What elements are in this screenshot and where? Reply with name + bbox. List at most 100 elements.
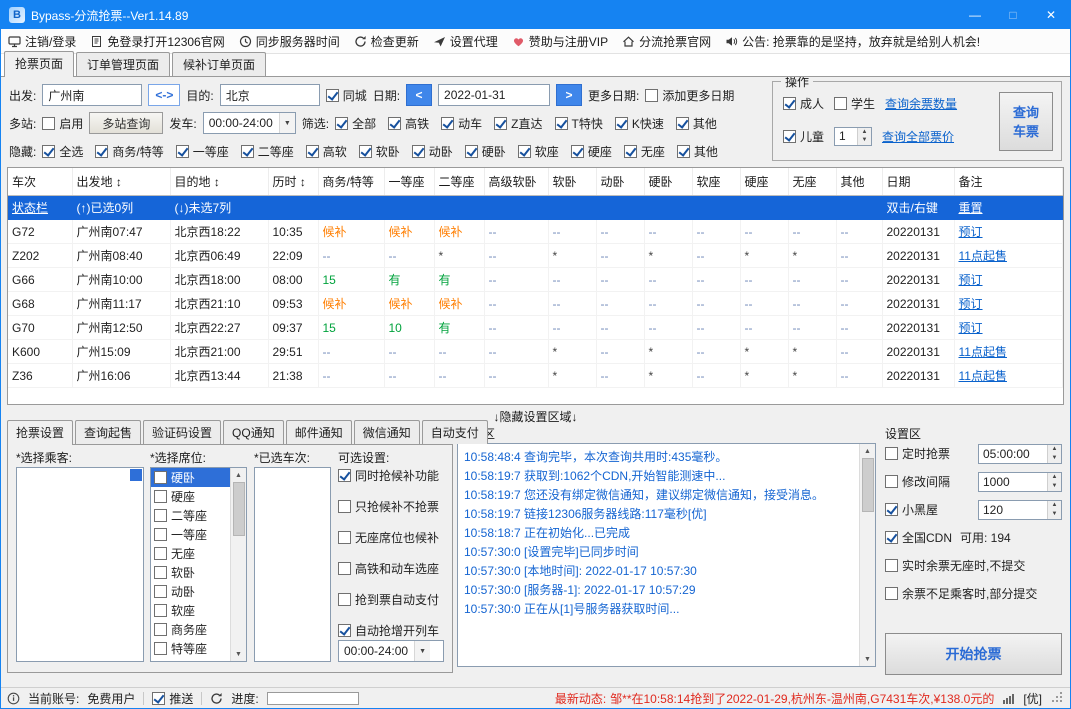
scroll-down-icon[interactable]: ▼	[860, 652, 875, 666]
grid-column-header-1[interactable]: 车次	[8, 168, 73, 196]
seat-item-10-checkbox[interactable]	[154, 642, 167, 655]
filter-checkbox-6-box[interactable]	[614, 116, 628, 130]
setting-checkbox-4[interactable]: 全国CDN	[885, 529, 952, 546]
child-checkbox-box[interactable]	[783, 129, 796, 143]
swap-stations-button[interactable]: <->	[148, 84, 181, 106]
filter-checkbox-5[interactable]: T特快	[554, 115, 603, 132]
filter-checkbox-4-box[interactable]	[494, 116, 508, 130]
hide-checkbox-7[interactable]: 动卧	[411, 143, 453, 160]
close-button[interactable]: ✕	[1032, 1, 1070, 29]
option-checkbox-1[interactable]: 同时抢候补功能	[338, 467, 448, 484]
spinner-down-icon[interactable]: ▼	[1048, 454, 1061, 463]
seat-item-2[interactable]: 硬座	[151, 487, 230, 506]
grid-column-header-5[interactable]: 商务/特等	[318, 168, 385, 196]
query-price-link[interactable]: 查询全部票价	[882, 128, 954, 145]
filter-checkbox-7[interactable]: 其他	[675, 115, 717, 132]
adult-checkbox[interactable]: 成人	[783, 95, 824, 112]
minimize-button[interactable]: —	[956, 1, 994, 29]
book-link[interactable]: 11点起售	[954, 243, 1063, 268]
spinner-up-icon[interactable]: ▲	[1048, 445, 1061, 454]
add-more-dates-checkbox-box[interactable]	[645, 88, 659, 102]
next-date-button[interactable]: >	[556, 84, 583, 106]
book-link[interactable]: 预订	[954, 219, 1063, 244]
main-tab-3[interactable]: 候补订单页面	[172, 52, 267, 76]
hide-checkbox-9[interactable]: 软座	[517, 143, 559, 160]
hide-checkbox-7-box[interactable]	[411, 144, 425, 158]
book-link[interactable]: 预订	[954, 315, 1063, 340]
grid-column-header-9[interactable]: 软卧	[548, 168, 597, 196]
spinner-up-icon[interactable]: ▲	[858, 128, 871, 137]
hide-checkbox-10-box[interactable]	[570, 144, 584, 158]
setting-spinner-2[interactable]: 1000 ▲ ▼	[978, 471, 1062, 492]
setting-checkbox-4-box[interactable]	[885, 531, 898, 544]
seat-scrollbar[interactable]: ▲ ▼	[230, 468, 246, 661]
seat-item-10[interactable]: 特等座	[151, 639, 230, 658]
push-checkbox-box[interactable]	[152, 691, 166, 705]
train-row-G68[interactable]: G68 广州南11:17 北京西21:10 09:53 候补 候补 候补 -- -- -- -- --…	[8, 291, 1063, 316]
filter-checkbox-1-box[interactable]	[335, 116, 349, 130]
adult-checkbox-box[interactable]	[783, 96, 796, 110]
hide-checkbox-3[interactable]: 一等座	[175, 143, 229, 160]
spinner-down-icon[interactable]: ▼	[1048, 510, 1061, 519]
train-row-Z36[interactable]: Z36 广州16:06 北京西13:44 21:38 -- -- -- -- * -- * -- * * -…	[8, 363, 1063, 388]
enable-multi-checkbox-box[interactable]	[42, 116, 56, 130]
train-row-G70[interactable]: G70 广州南12:50 北京西22:27 09:37 15 10 有 -- -- -- -- -- -…	[8, 315, 1063, 340]
spinner-down-icon[interactable]: ▼	[1048, 482, 1061, 491]
toolbar-item-announcement[interactable]: 公告: 抢票靠的是坚持，放弃就是给别人机会!	[725, 33, 980, 50]
hide-checkbox-2[interactable]: 商务/特等	[95, 143, 164, 160]
hide-checkbox-1-box[interactable]	[42, 144, 56, 158]
option-checkbox-3-box[interactable]	[338, 531, 351, 544]
spinner-down-icon[interactable]: ▼	[858, 136, 871, 145]
seat-item-1-checkbox[interactable]	[154, 471, 167, 484]
hide-checkbox-4-box[interactable]	[240, 144, 254, 158]
date-input[interactable]: 2022-01-31	[438, 84, 551, 106]
seat-item-4-checkbox[interactable]	[154, 528, 167, 541]
seat-item-9-checkbox[interactable]	[154, 623, 167, 636]
grid-column-header-4[interactable]: 历时 ↕	[268, 168, 319, 196]
settings-tab-2[interactable]: 查询起售	[75, 420, 142, 444]
toolbar-item-logout-login[interactable]: 注销/登录	[8, 33, 76, 50]
scroll-down-icon[interactable]: ▼	[231, 647, 246, 661]
setting-checkbox-1[interactable]: 定时抢票	[885, 445, 950, 462]
grid-column-header-17[interactable]: 备注	[954, 168, 1063, 196]
setting-checkbox-1-box[interactable]	[885, 447, 898, 460]
option-checkbox-5-box[interactable]	[338, 593, 351, 606]
output-scrollbar[interactable]: ▲ ▼	[859, 444, 875, 666]
filter-checkbox-4[interactable]: Z直达	[494, 115, 543, 132]
option-checkbox-4[interactable]: 高铁和动车选座	[338, 560, 448, 577]
push-checkbox[interactable]: 推送	[152, 690, 193, 707]
settings-tab-5[interactable]: 邮件通知	[285, 420, 352, 444]
grid-column-header-3[interactable]: 目的地 ↕	[170, 168, 269, 196]
hide-checkbox-11-box[interactable]	[623, 144, 637, 158]
main-tab-1[interactable]: 抢票页面	[4, 51, 75, 77]
grid-status-row[interactable]: 状态栏 (↑)已选0列 (↓)未选7列 双击/右键 重置	[8, 195, 1063, 220]
grid-column-header-11[interactable]: 硬卧	[644, 168, 693, 196]
option-checkbox-4-box[interactable]	[338, 562, 351, 575]
scroll-thumb[interactable]	[861, 458, 874, 512]
filter-checkbox-2[interactable]: 高铁	[388, 115, 429, 132]
filter-checkbox-7-box[interactable]	[675, 116, 689, 130]
seat-item-1[interactable]: 硬卧	[151, 468, 230, 487]
grid-column-header-2[interactable]: 出发地 ↕	[72, 168, 171, 196]
filter-checkbox-2-box[interactable]	[388, 116, 402, 130]
seat-item-3[interactable]: 二等座	[151, 506, 230, 525]
seat-item-8[interactable]: 软座	[151, 601, 230, 620]
option-checkbox-2[interactable]: 只抢候补不抢票	[338, 498, 448, 515]
combo-arrow-icon[interactable]: ▼	[414, 641, 431, 661]
scroll-up-icon[interactable]: ▲	[860, 444, 875, 458]
student-checkbox-box[interactable]	[834, 96, 848, 110]
hide-checkbox-2-box[interactable]	[95, 144, 109, 158]
multi-station-query-button[interactable]: 多站查询	[89, 112, 164, 134]
prev-date-button[interactable]: <	[406, 84, 433, 106]
hide-checkbox-3-box[interactable]	[175, 144, 189, 158]
setting-spinner-1[interactable]: 05:00:00 ▲ ▼	[978, 443, 1062, 464]
setting-checkbox-5-box[interactable]	[885, 559, 898, 572]
seat-item-6-checkbox[interactable]	[154, 566, 167, 579]
seat-item-7[interactable]: 动卧	[151, 582, 230, 601]
hide-checkbox-12-box[interactable]	[676, 144, 690, 158]
seat-item-3-checkbox[interactable]	[154, 509, 167, 522]
resize-grip[interactable]	[1052, 692, 1064, 704]
settings-tab-6[interactable]: 微信通知	[353, 420, 420, 444]
depart-time-combobox[interactable]: 00:00-24:00 ▼	[202, 112, 296, 134]
setting-spinner-3[interactable]: 120 ▲ ▼	[978, 499, 1062, 520]
